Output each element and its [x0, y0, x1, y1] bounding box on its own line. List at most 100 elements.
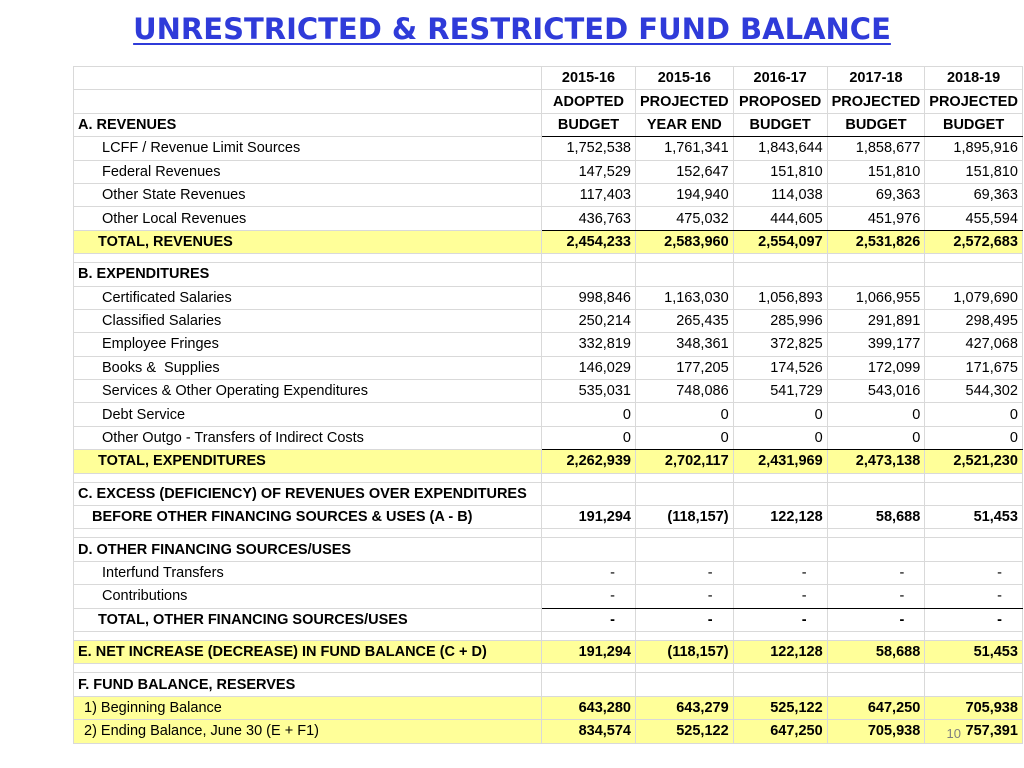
cell-value: 122,128	[733, 640, 828, 665]
cell-value: 2,473,138	[827, 449, 926, 474]
cell-value: -	[635, 561, 734, 586]
cell-value: 0	[733, 426, 828, 451]
cell-value: 2,572,683	[924, 230, 1023, 255]
cell-value: 0	[635, 402, 734, 427]
cell-value: 705,938	[924, 696, 1023, 721]
cell-value: 1,761,341	[635, 136, 734, 161]
table-row: Other State Revenues 117,403 194,940 114…	[73, 183, 1023, 208]
net-increase-row: E. NET INCREASE (DECREASE) IN FUND BALAN…	[73, 640, 1023, 665]
section-heading-revenues: A. REVENUES	[73, 113, 542, 138]
cell-value: 0	[827, 402, 926, 427]
row-label: TOTAL, OTHER FINANCING SOURCES/USES	[73, 608, 542, 632]
cell-value: 0	[827, 426, 926, 451]
cell-value: 0	[733, 402, 828, 427]
cell-value: 455,594	[924, 206, 1023, 231]
cell-value: 1,056,893	[733, 286, 828, 310]
cell-value: -	[827, 584, 926, 609]
cell-value: -	[541, 584, 636, 609]
total-row-expenditures: TOTAL, EXPENDITURES 2,262,939 2,702,117 …	[73, 449, 1023, 474]
cell-value: 451,976	[827, 206, 926, 231]
spacer-row	[73, 631, 1023, 641]
cell-value: -	[733, 608, 828, 632]
cell-value: 543,016	[827, 379, 926, 404]
row-label: Other Outgo - Transfers of Indirect Cost…	[73, 426, 542, 451]
row-label: 1) Beginning Balance	[73, 696, 542, 721]
cell-value: 58,688	[827, 640, 926, 665]
spacer-row	[73, 528, 1023, 539]
cell-value: 152,647	[635, 160, 734, 184]
cell-value: -	[924, 584, 1023, 609]
cell-value: -	[733, 584, 828, 609]
spacer-row	[73, 663, 1023, 674]
cell-value: 705,938	[827, 719, 926, 744]
header-cell: BUDGET	[827, 113, 926, 138]
table-row: Federal Revenues 147,529 152,647 151,810…	[73, 160, 1023, 184]
fund-balance-table: 2015-16 2015-16 2016-17 2017-18 2018-19 …	[73, 65, 1023, 744]
cell-value: 427,068	[924, 332, 1023, 357]
cell-value: -	[635, 584, 734, 609]
header-cell: PROJECTED	[827, 89, 926, 114]
section-heading-other-financing: D. OTHER FINANCING SOURCES/USES	[73, 537, 542, 562]
slide-title: UNRESTRICTED & RESTRICTED FUND BALANCE	[133, 12, 891, 46]
cell-value: -	[827, 561, 926, 586]
section-heading-excess: C. EXCESS (DEFICIENCY) OF REVENUES OVER …	[73, 482, 542, 507]
cell-value: 544,302	[924, 379, 1023, 404]
cell-value: 151,810	[827, 160, 926, 184]
cell-value: -	[541, 561, 636, 586]
header-cell: PROJECTED	[924, 89, 1023, 114]
cell-value: 834,574	[541, 719, 636, 744]
row-label: TOTAL, REVENUES	[73, 230, 542, 255]
header-cell: YEAR END	[635, 113, 734, 138]
header-row-years: 2015-16 2015-16 2016-17 2017-18 2018-19	[73, 65, 1023, 91]
cell-value: 1,752,538	[541, 136, 636, 161]
cell-value: 194,940	[635, 183, 734, 208]
cell-value: -	[924, 561, 1023, 586]
cell-value: 0	[541, 426, 636, 451]
cell-value: 298,495	[924, 309, 1023, 334]
cell-value: 1,895,916	[924, 136, 1023, 161]
cell-value: 146,029	[541, 356, 636, 381]
table-row: Classified Salaries 250,214 265,435 285,…	[73, 309, 1023, 334]
cell-value: 643,280	[541, 696, 636, 721]
header-cell: 2017-18	[827, 65, 926, 91]
cell-value: 147,529	[541, 160, 636, 184]
cell-value: 2,454,233	[541, 230, 636, 255]
header-cell: BUDGET	[733, 113, 828, 138]
cell-value: 122,128	[733, 505, 828, 530]
row-label: LCFF / Revenue Limit Sources	[73, 136, 542, 161]
cell-value: 475,032	[635, 206, 734, 231]
cell-value: 69,363	[827, 183, 926, 208]
cell-value: 174,526	[733, 356, 828, 381]
row-label: Other State Revenues	[73, 183, 542, 208]
section-heading-fund-balance: F. FUND BALANCE, RESERVES	[73, 672, 542, 697]
cell-value: 643,279	[635, 696, 734, 721]
cell-value: 114,038	[733, 183, 828, 208]
cell-value: 177,205	[635, 356, 734, 381]
total-row-other-financing: TOTAL, OTHER FINANCING SOURCES/USES - - …	[73, 608, 1023, 632]
header-cell: ADOPTED	[541, 89, 636, 114]
table-row: Other Local Revenues 436,763 475,032 444…	[73, 206, 1023, 231]
cell-value: 332,819	[541, 332, 636, 357]
row-label: Other Local Revenues	[73, 206, 542, 231]
cell-value: (118,157)	[635, 505, 734, 530]
cell-value: -	[635, 608, 734, 632]
cell-value: 647,250	[827, 696, 926, 721]
cell-value: 151,810	[733, 160, 828, 184]
table-row: 1) Beginning Balance 643,280 643,279 525…	[73, 696, 1023, 721]
spacer-row	[73, 253, 1023, 264]
cell-value: 647,250	[733, 719, 828, 744]
header-cell: 2015-16	[541, 65, 636, 91]
cell-value: 171,675	[924, 356, 1023, 381]
table-row: Services & Other Operating Expenditures …	[73, 379, 1023, 404]
section-heading-row: B. EXPENDITURES	[73, 262, 1023, 287]
cell-value: 748,086	[635, 379, 734, 404]
cell-value: 399,177	[827, 332, 926, 357]
cell-value: -	[733, 561, 828, 586]
row-label: Services & Other Operating Expenditures	[73, 379, 542, 404]
cell-value: 285,996	[733, 309, 828, 334]
header-cell: 2018-19	[924, 65, 1023, 91]
cell-value: 0	[924, 402, 1023, 427]
cell-value: 525,122	[733, 696, 828, 721]
cell-value: -	[924, 608, 1023, 632]
row-label: Certificated Salaries	[73, 286, 542, 310]
